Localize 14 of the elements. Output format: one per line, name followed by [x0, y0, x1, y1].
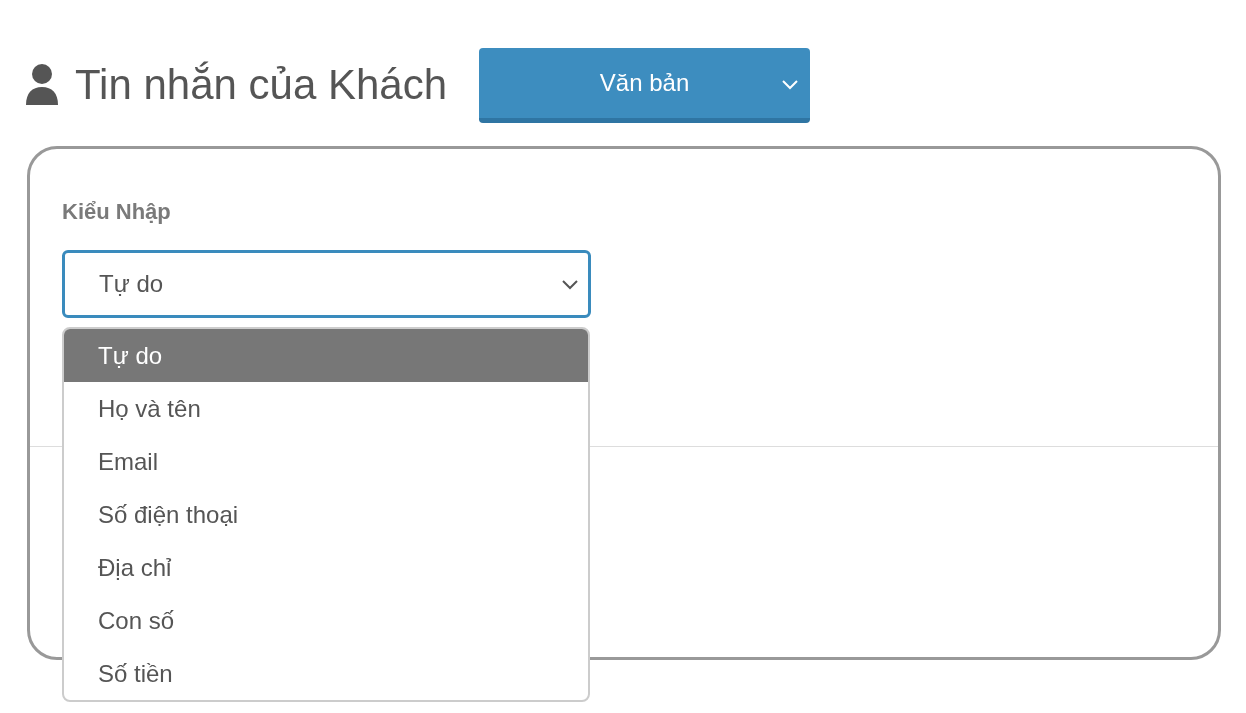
field-label: Kiểu Nhập — [62, 199, 171, 225]
page-title: Tin nhắn của Khách — [75, 61, 448, 109]
dropdown-option[interactable]: Số điện thoại — [64, 488, 588, 541]
dropdown-option[interactable]: Tự do — [64, 329, 588, 382]
user-icon — [25, 63, 59, 107]
dropdown-option[interactable]: Con số — [64, 594, 588, 647]
chevron-icon — [562, 280, 578, 290]
dropdown-option[interactable]: Địa chỉ — [64, 541, 588, 594]
dropdown-option[interactable]: Họ và tên — [64, 382, 588, 435]
input-type-select[interactable]: Tự do — [62, 250, 591, 318]
dropdown-option[interactable]: Số tiền — [64, 647, 588, 700]
dropdown-option[interactable]: Email — [64, 435, 588, 488]
chevron-icon — [782, 79, 799, 90]
message-type-dropdown[interactable]: Văn bản — [479, 47, 811, 123]
